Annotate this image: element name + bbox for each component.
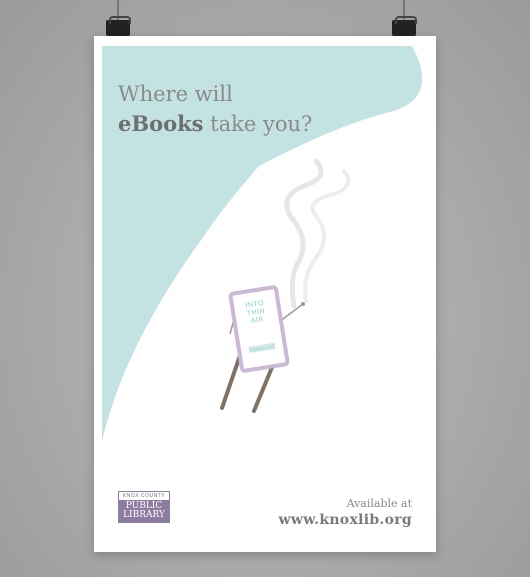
- logo-box: PUBLIC LIBRARY: [118, 500, 170, 523]
- ski-trail-2: [303, 169, 351, 303]
- right-binder-clip-icon: [392, 16, 417, 36]
- library-poster: INTO THIN AIR JON KRAKAUER Where will eB…: [94, 36, 436, 552]
- library-logo: KNOX COUNTY PUBLIC LIBRARY: [118, 491, 170, 527]
- headline-take-you: take you?: [203, 112, 313, 136]
- headline-ebooks: eBooks: [118, 111, 204, 136]
- library-url: www.knoxlib.org: [278, 512, 412, 528]
- headline-line-1: Where will: [118, 82, 233, 106]
- headline-line-2: eBooks take you?: [118, 109, 312, 139]
- poster-headline: Where will eBooks take you?: [118, 80, 312, 139]
- available-at-label: Available at: [346, 497, 412, 510]
- logo-county-text: KNOX COUNTY: [118, 491, 170, 500]
- left-binder-clip-icon: [106, 16, 131, 36]
- logo-line-2: LIBRARY: [123, 510, 165, 520]
